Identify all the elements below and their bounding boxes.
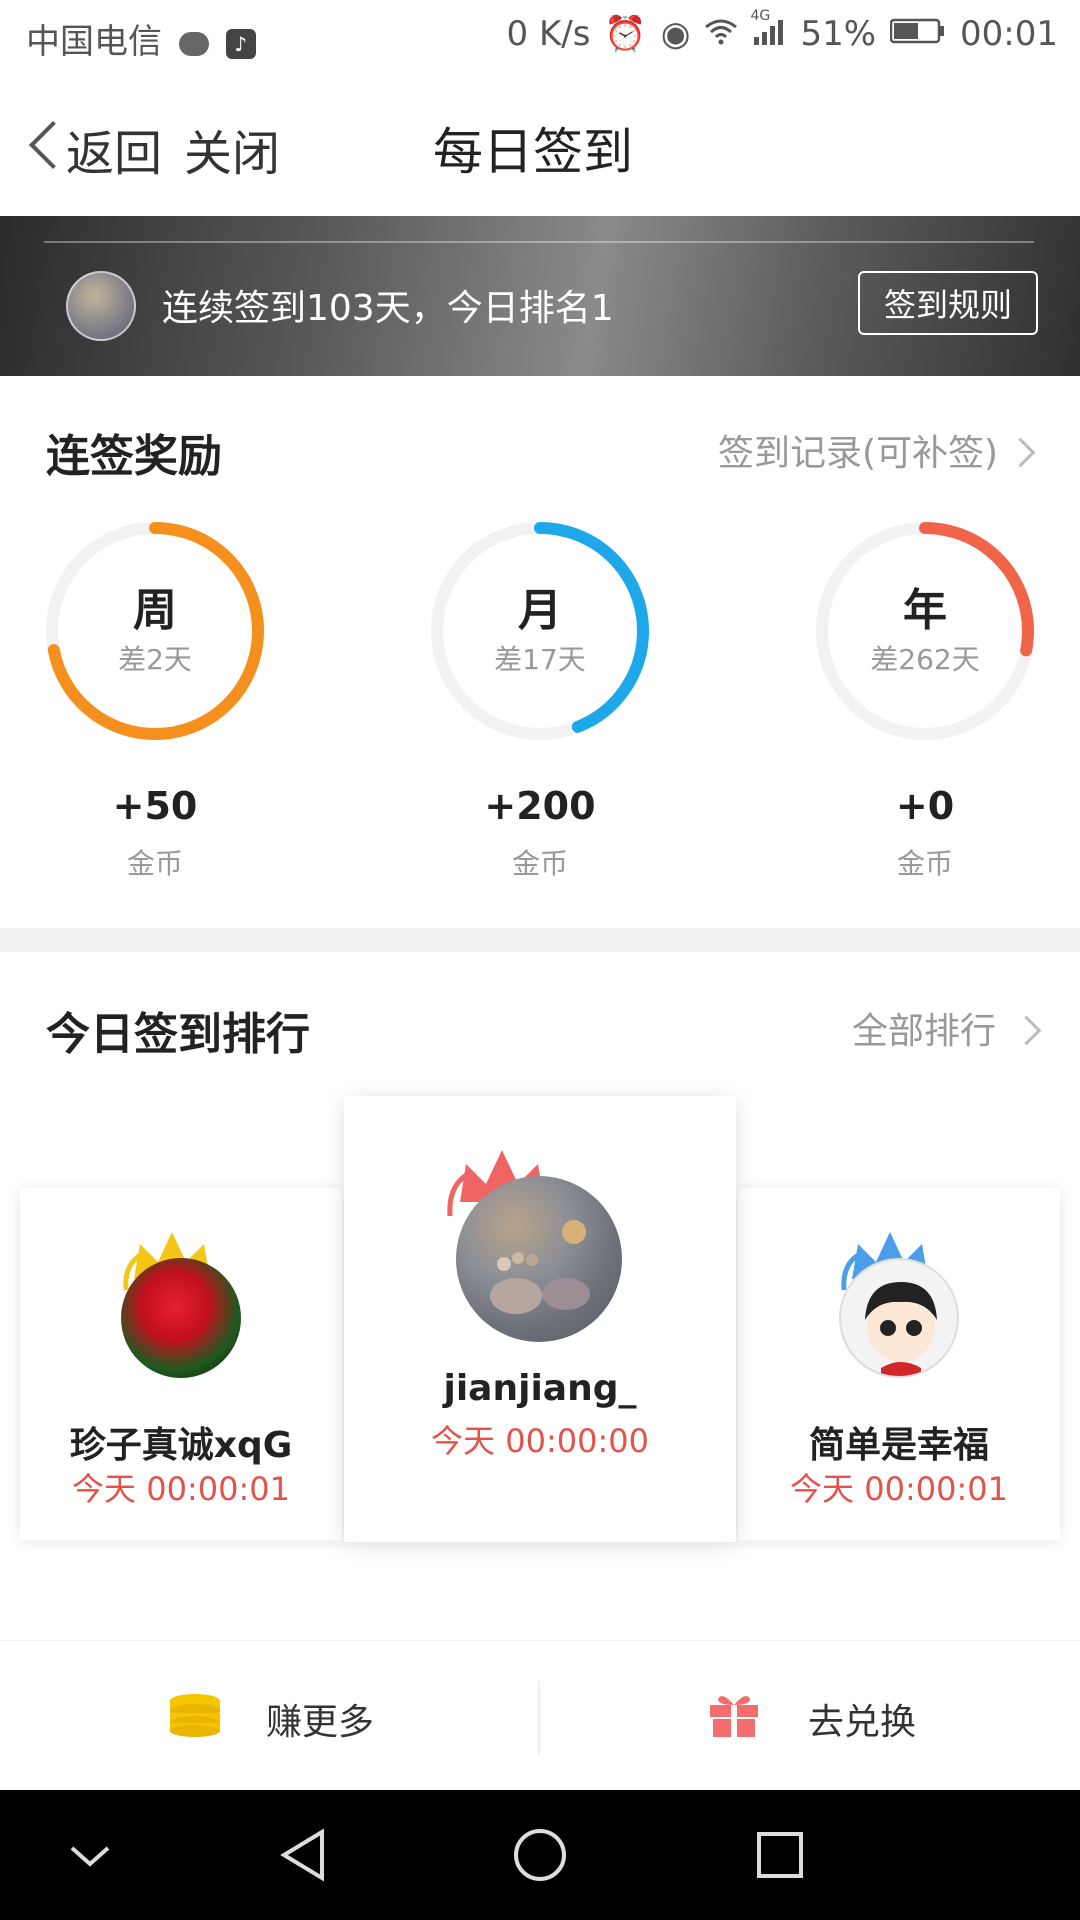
back-nav-button[interactable] <box>270 1820 340 1890</box>
circle-home-icon <box>514 1829 566 1881</box>
ring-remaining: 差2天 <box>118 643 192 676</box>
earn-more-label: 赚更多 <box>266 1702 375 1743</box>
page-title: 每日签到 <box>433 123 633 181</box>
back-label: 返回 <box>66 126 163 182</box>
system-nav-bar <box>0 1790 1080 1920</box>
chevron-right-icon <box>1005 437 1036 468</box>
avatar <box>839 1258 959 1378</box>
rules-button[interactable]: 签到规则 <box>858 271 1038 335</box>
all-ranking-link[interactable]: 全部排行 <box>852 1002 1042 1058</box>
rank-time: 今天 00:00:01 <box>72 1470 290 1508</box>
ring-label: 年 <box>903 585 947 636</box>
back-button[interactable]: 返回 <box>20 94 170 194</box>
reward-coins: +50 <box>112 784 198 828</box>
status-bar: 中国电信 ♪ 0 K/s ⏰ ◉ 4G 51% 00:01 <box>0 0 1080 74</box>
nav-bar: 返回 关闭 每日签到 <box>0 74 1080 216</box>
wifi-icon <box>704 14 738 54</box>
rank-name: jianjiang_ <box>443 1368 637 1409</box>
wechat-icon <box>178 31 209 56</box>
clock: 00:01 <box>960 14 1058 54</box>
square-recents-icon <box>757 1832 803 1878</box>
ranking-section: 今日签到排行 全部排行 珍子真诚xqG 今天 00:00:01 简单是幸福 今天… <box>0 952 1080 1640</box>
reward-coins: +0 <box>895 784 955 828</box>
coin-stack-icon <box>168 1693 222 1741</box>
signal-icon: 4G <box>750 8 786 54</box>
ring-remaining: 差17天 <box>494 643 586 676</box>
streak-banner: 连续签到103天，今日排名1 签到规则 <box>0 216 1080 376</box>
sign-record-label: 签到记录(可补签) <box>718 433 999 474</box>
banner-divider <box>44 241 1034 243</box>
chevron-right-icon <box>1011 1015 1042 1046</box>
eye-icon: ◉ <box>660 14 691 54</box>
reward-ring-week: 周 差2天 <box>40 516 270 746</box>
section-divider <box>0 928 1080 952</box>
close-button[interactable]: 关闭 <box>184 114 280 184</box>
alarm-icon: ⏰ <box>604 14 647 54</box>
home-nav-button[interactable] <box>505 1820 575 1890</box>
carrier-label: 中国电信 ♪ <box>26 14 256 63</box>
ring-label: 周 <box>133 585 177 636</box>
gift-icon <box>708 1691 760 1741</box>
streak-text: 连续签到103天，今日排名1 <box>162 288 614 329</box>
rank-name: 简单是幸福 <box>808 1425 989 1466</box>
exchange-label: 去兑换 <box>808 1702 917 1743</box>
rewards-title: 连签奖励 <box>46 431 222 482</box>
rank-card-1[interactable]: jianjiang_ 今天 00:00:00 <box>344 1096 736 1542</box>
ring-remaining: 差262天 <box>870 643 980 676</box>
sign-record-link[interactable]: 签到记录(可补签) <box>718 424 1038 480</box>
reward-unit: 金币 <box>511 847 568 880</box>
user-avatar <box>66 271 136 341</box>
reward-unit: 金币 <box>896 847 953 880</box>
reward-coins: +200 <box>484 784 596 828</box>
tiktok-icon: ♪ <box>225 28 256 59</box>
battery-percent: 51% <box>800 14 877 54</box>
triangle-back-icon <box>280 1828 324 1882</box>
rank-time: 今天 00:00:00 <box>431 1422 649 1460</box>
rank-name: 珍子真诚xqG <box>69 1425 293 1466</box>
reward-ring-month: 月 差17天 <box>425 516 655 746</box>
avatar <box>456 1176 622 1342</box>
battery-icon <box>889 14 946 54</box>
rewards-section: 连签奖励 签到记录(可补签) 周 差2天 +50 金币 月 差17天 +200 … <box>0 376 1080 928</box>
ranking-title: 今日签到排行 <box>46 1009 310 1060</box>
rank-card-2[interactable]: 珍子真诚xqG 今天 00:00:01 <box>20 1188 342 1540</box>
ring-label: 月 <box>518 585 562 636</box>
status-right: 0 K/s ⏰ ◉ 4G 51% 00:01 <box>506 8 1058 54</box>
hide-nav-button[interactable] <box>60 1826 120 1886</box>
chevron-down-icon <box>70 1846 110 1867</box>
rank-card-3[interactable]: 简单是幸福 今天 00:00:01 <box>738 1188 1060 1540</box>
earn-more-button[interactable]: 赚更多 <box>0 1641 538 1791</box>
bottom-actions: 赚更多 去兑换 <box>0 1640 1080 1791</box>
avatar <box>121 1258 241 1378</box>
all-ranking-label: 全部排行 <box>852 1011 997 1052</box>
rank-time: 今天 00:00:01 <box>790 1470 1008 1508</box>
reward-ring-year: 年 差262天 <box>810 516 1040 746</box>
network-speed: 0 K/s <box>506 14 591 54</box>
recents-nav-button[interactable] <box>745 1820 815 1890</box>
exchange-button[interactable]: 去兑换 <box>540 1641 1080 1791</box>
reward-unit: 金币 <box>126 847 183 880</box>
